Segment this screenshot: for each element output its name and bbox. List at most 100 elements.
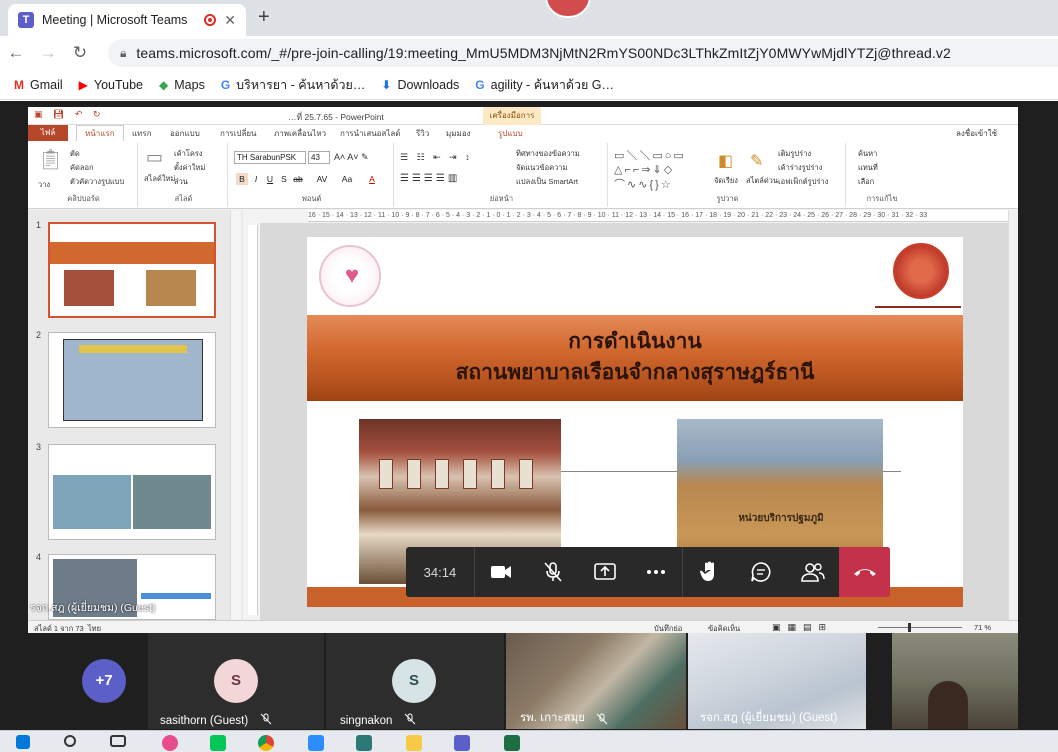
- teams-app-icon[interactable]: [454, 735, 470, 751]
- chat-button[interactable]: [735, 547, 787, 597]
- select-button[interactable]: เลือก: [858, 176, 874, 188]
- calculator-icon[interactable]: [356, 735, 372, 751]
- bookmark-item[interactable]: Gagility - ค้นหาด้วย G…: [475, 75, 614, 95]
- windows-start-icon[interactable]: [16, 735, 30, 749]
- lock-icon[interactable]: 🔒︎: [120, 46, 126, 61]
- group-clipboard: 📋︎ วาง ตัด คัดลอก ตัวคัดวางรูปแบบ คลิปบอ…: [30, 143, 138, 207]
- tab-format[interactable]: รูปแบบ: [498, 127, 523, 140]
- quick-styles-icon[interactable]: ✎: [750, 151, 763, 171]
- cut-button[interactable]: ตัด: [70, 148, 80, 160]
- underline-button[interactable]: U: [264, 173, 276, 185]
- line-app-icon[interactable]: [210, 735, 226, 751]
- overflow-count[interactable]: +7: [82, 659, 126, 703]
- tab-review[interactable]: รีวิว: [416, 127, 429, 140]
- find-button[interactable]: ค้นหา: [858, 148, 877, 160]
- participants-button[interactable]: [787, 547, 839, 597]
- address-bar[interactable]: 🔒︎ teams.microsoft.com/_#/pre-join-calli…: [108, 39, 1058, 67]
- strikethrough-button[interactable]: ab: [292, 173, 304, 185]
- char-spacing-button[interactable]: AV: [314, 173, 330, 185]
- language-indicator[interactable]: ไทย: [88, 624, 101, 633]
- shape-fill-button[interactable]: เติมรูปร่าง: [778, 148, 811, 160]
- bookmark-item[interactable]: M Gmail: [14, 78, 63, 92]
- paste-icon[interactable]: 📋︎: [38, 147, 63, 172]
- smartart-button[interactable]: แปลงเป็น SmartArt: [516, 176, 578, 188]
- tab-insert[interactable]: แทรก: [132, 127, 152, 140]
- layout-button[interactable]: เค้าโครง: [174, 148, 203, 160]
- more-actions-button[interactable]: [631, 547, 683, 597]
- participant-video-tile[interactable]: รพ. เกาะสมุย: [506, 633, 686, 729]
- bookmark-item[interactable]: ◆ Maps: [159, 78, 205, 92]
- zoom-app-icon[interactable]: [308, 735, 324, 751]
- zoom-slider[interactable]: [878, 627, 962, 628]
- tab-view[interactable]: มุมมอง: [446, 127, 471, 140]
- italic-button[interactable]: I: [250, 173, 262, 185]
- participant-video-tile[interactable]: [892, 633, 1018, 729]
- zoom-slider-thumb[interactable]: [908, 623, 911, 632]
- participant-video-tile[interactable]: รจก.สฎ (ผู้เยี่ยมชม) (Guest): [688, 633, 866, 729]
- tab-design[interactable]: ออกแบบ: [170, 127, 200, 140]
- participant-tile[interactable]: S singnakon: [326, 633, 504, 729]
- slide-thumbnail-1[interactable]: [48, 222, 216, 318]
- font-color-button[interactable]: A: [366, 173, 378, 185]
- shape-effects-button[interactable]: เอฟเฟ็กต์รูปร่าง: [778, 176, 828, 188]
- hang-up-button[interactable]: [839, 547, 890, 597]
- section-button[interactable]: ส่วน: [174, 176, 188, 188]
- tab-slideshow[interactable]: การนำเสนอสไลด์: [340, 127, 401, 140]
- share-screen-button[interactable]: [579, 547, 631, 597]
- shapes-gallery[interactable]: ▭＼＼▭○▭ △⌐⌐⇒⇓◇ ⌒∿∿{}☆: [614, 147, 686, 192]
- bookmark-item[interactable]: ▶ YouTube: [79, 78, 143, 92]
- font-name-select[interactable]: TH SarabunPSK: [234, 151, 306, 164]
- chrome-icon[interactable]: [258, 735, 274, 751]
- arrange-button[interactable]: จัดเรียง: [714, 175, 738, 187]
- task-view-icon[interactable]: [110, 735, 126, 747]
- search-icon[interactable]: [64, 735, 76, 747]
- bookmark-item[interactable]: ⬇ Downloads: [381, 78, 459, 92]
- participant-tile[interactable]: S sasithorn (Guest): [148, 633, 324, 729]
- text-direction-button[interactable]: ทิศทางของข้อความ: [516, 148, 580, 160]
- new-slide-icon[interactable]: ▭: [146, 147, 163, 168]
- sign-in-link[interactable]: ลงชื่อเข้าใช้: [956, 127, 997, 140]
- paste-button[interactable]: วาง: [38, 179, 50, 191]
- format-painter-button[interactable]: ตัวคัดวางรูปแบบ: [70, 176, 124, 188]
- tab-file[interactable]: ไฟล์: [28, 125, 68, 141]
- microphone-button[interactable]: [527, 547, 579, 597]
- back-button[interactable]: ←: [0, 43, 32, 63]
- forward-button[interactable]: →: [32, 43, 64, 63]
- new-tab-button[interactable]: +: [258, 6, 270, 29]
- participant-overflow-tile[interactable]: +7: [62, 633, 146, 729]
- quick-access-toolbar[interactable]: ▣ 💾︎ ↶ ↻: [34, 109, 105, 120]
- change-case-button[interactable]: Aa: [338, 173, 356, 185]
- browser-tab-teams[interactable]: T Meeting | Microsoft Teams ✕: [8, 4, 246, 36]
- list-buttons[interactable]: ☰ ☷ ⇤ ⇥ ↕: [400, 152, 473, 163]
- raise-hand-button[interactable]: [683, 547, 735, 597]
- file-explorer-icon[interactable]: [406, 735, 422, 751]
- zoom-level[interactable]: 71 %: [974, 623, 991, 632]
- reload-button[interactable]: ↻: [64, 43, 96, 63]
- itunes-icon[interactable]: [162, 735, 178, 751]
- close-tab-icon[interactable]: ✕: [224, 12, 236, 29]
- shadow-button[interactable]: S: [278, 173, 290, 185]
- tab-transitions[interactable]: การเปลี่ยน: [220, 127, 257, 140]
- slide-vertical-scrollbar[interactable]: [1008, 210, 1018, 620]
- view-buttons[interactable]: ▣▦▤⊞: [772, 622, 833, 633]
- align-text-button[interactable]: จัดแนวข้อความ: [516, 162, 567, 174]
- bold-button[interactable]: B: [236, 173, 248, 185]
- replace-button[interactable]: แทนที่: [858, 162, 878, 174]
- camera-button[interactable]: [475, 547, 527, 597]
- thumbnails-scrollbar[interactable]: [230, 210, 241, 620]
- copy-button[interactable]: คัดลอก: [70, 162, 94, 174]
- excel-app-icon[interactable]: [504, 735, 520, 751]
- arrange-icon[interactable]: ◧: [718, 151, 733, 171]
- alignment-buttons[interactable]: ☰☰☰☰▥: [400, 173, 460, 184]
- tab-animations[interactable]: ภาพเคลื่อนไหว: [274, 127, 326, 140]
- shape-outline-button[interactable]: เค้าร่างรูปร่าง: [778, 162, 822, 174]
- slide-thumbnail-2[interactable]: [48, 332, 216, 428]
- font-size-select[interactable]: 43: [308, 151, 330, 164]
- tab-home[interactable]: หน้าแรก: [76, 125, 124, 141]
- slide-thumbnail-3[interactable]: [48, 444, 216, 540]
- bookmark-item[interactable]: G บริหารยา - ค้นหาด้วย…: [221, 75, 366, 95]
- reset-button[interactable]: ตั้งค่าใหม่: [174, 162, 205, 174]
- quick-styles-button[interactable]: สไตล์ด่วน: [746, 175, 778, 187]
- font-grow-shrink-buttons[interactable]: A˄ A˅ ✎: [334, 152, 369, 163]
- new-slide-button[interactable]: สไลด์ใหม่: [144, 173, 175, 185]
